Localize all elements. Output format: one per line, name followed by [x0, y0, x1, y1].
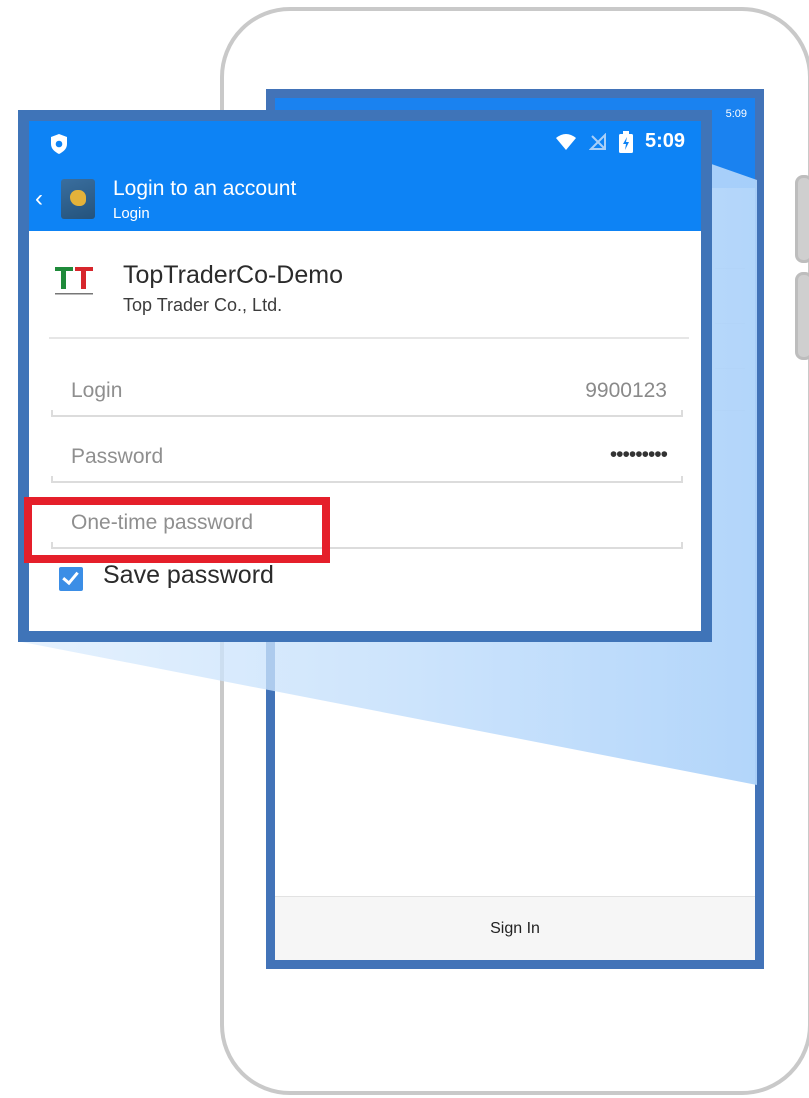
broker-company: Top Trader Co., Ltd.	[123, 295, 283, 315]
broker-name: TopTraderCo-Demo	[123, 261, 343, 289]
battery-icon	[618, 130, 633, 153]
shield-icon	[51, 134, 67, 154]
wifi-icon	[555, 133, 576, 150]
phone-divider	[715, 410, 745, 411]
phone-divider	[715, 268, 745, 269]
app-bar: ‹ Login to an account Login	[29, 169, 701, 231]
app-logo-icon	[61, 179, 95, 219]
login-field[interactable]: Login 9900123	[51, 367, 683, 417]
broker-header[interactable]: TopTraderCo-Demo Top Trader Co., Ltd.	[49, 243, 689, 339]
sign-in-button[interactable]: Sign In	[275, 896, 755, 960]
checkmark-icon	[62, 567, 79, 586]
page-subtitle: Login	[113, 205, 150, 222]
no-signal-icon	[588, 132, 606, 150]
login-label: Login	[71, 379, 123, 402]
sign-in-label: Sign In	[490, 919, 540, 937]
login-value: 9900123	[585, 379, 667, 402]
status-bar: 5:09	[29, 121, 701, 169]
phone-volume-up-button	[795, 175, 809, 263]
broker-logo-icon	[55, 267, 93, 295]
status-time: 5:09	[644, 130, 685, 152]
back-arrow-icon[interactable]: ‹	[35, 185, 43, 213]
phone-volume-down-button	[795, 272, 809, 360]
save-password-checkbox[interactable]	[59, 567, 83, 591]
phone-divider	[715, 323, 745, 324]
save-password-label: Save password	[103, 561, 274, 589]
one-time-password-highlight	[24, 497, 330, 563]
password-value: •••••••••	[609, 443, 668, 466]
password-field[interactable]: Password •••••••••	[51, 433, 683, 483]
phone-status-time: 5:09	[725, 108, 747, 120]
phone-divider	[715, 368, 745, 369]
page-title: Login to an account	[113, 177, 297, 200]
password-label: Password	[71, 445, 164, 468]
